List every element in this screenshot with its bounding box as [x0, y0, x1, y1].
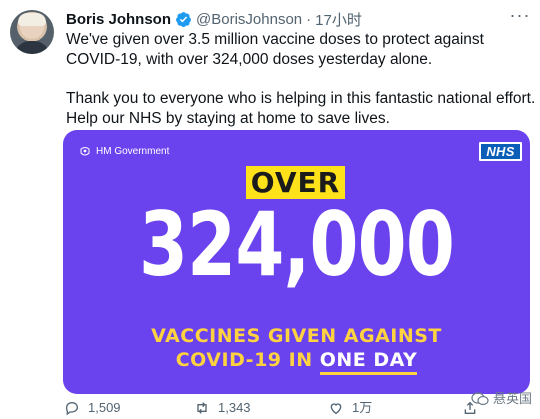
- tweet-time[interactable]: 17小时: [315, 9, 362, 30]
- author-handle[interactable]: @BorisJohnson: [196, 11, 302, 28]
- caption-highlight: ONE DAY: [319, 349, 418, 375]
- hm-government-label: HM Government: [79, 146, 169, 158]
- avatar-hair: [18, 13, 46, 26]
- royal-crest-icon: [80, 147, 90, 156]
- media-caption: VACCINES GIVEN AGAINST COVID-19 IN ONE D…: [63, 324, 530, 375]
- tweet-header: Boris Johnson @BorisJohnson · 17小时: [66, 9, 362, 29]
- caption-line-2: COVID-19 IN ONE DAY: [63, 348, 530, 375]
- more-options-icon[interactable]: ···: [508, 6, 532, 26]
- tweet-media-image[interactable]: HM Government NHS OVER 324,000 VACCINES …: [63, 130, 530, 394]
- watermark-text: 悬英国: [492, 391, 532, 406]
- retweet-count: 1,343: [218, 400, 251, 415]
- separator-dot: ·: [306, 10, 312, 28]
- reply-button[interactable]: 1,509: [64, 400, 121, 416]
- reply-count: 1,509: [88, 400, 121, 415]
- reply-icon: [65, 401, 79, 416]
- nhs-logo: NHS: [479, 142, 522, 161]
- author-name[interactable]: Boris Johnson: [66, 11, 171, 28]
- tweet-paragraph-1: We've given over 3.5 million vaccine dos…: [66, 31, 484, 68]
- tweet-actions: 1,509 1,343 1万: [64, 400, 534, 418]
- avatar-suit: [14, 41, 50, 54]
- retweet-button[interactable]: 1,343: [194, 400, 251, 416]
- big-number: 324,000: [138, 193, 455, 296]
- like-icon: [330, 403, 342, 415]
- nhs-logo-text: NHS: [481, 144, 520, 159]
- like-button[interactable]: 1万: [328, 400, 372, 416]
- wechat-icon: [471, 392, 489, 406]
- retweet-icon: [197, 402, 207, 414]
- avatar[interactable]: [10, 10, 54, 54]
- tweet: Boris Johnson @BorisJohnson · 17小时 ··· W…: [0, 0, 540, 419]
- tweet-paragraph-2: Thank you to everyone who is helping in …: [66, 90, 536, 127]
- caption-line-2-prefix: COVID-19 IN: [175, 349, 320, 371]
- caption-line-1: VACCINES GIVEN AGAINST: [151, 325, 442, 347]
- watermark: 悬英国: [471, 391, 532, 407]
- verified-badge-icon: [176, 11, 191, 27]
- hm-government-text: HM Government: [96, 146, 170, 157]
- like-count: 1万: [352, 400, 373, 415]
